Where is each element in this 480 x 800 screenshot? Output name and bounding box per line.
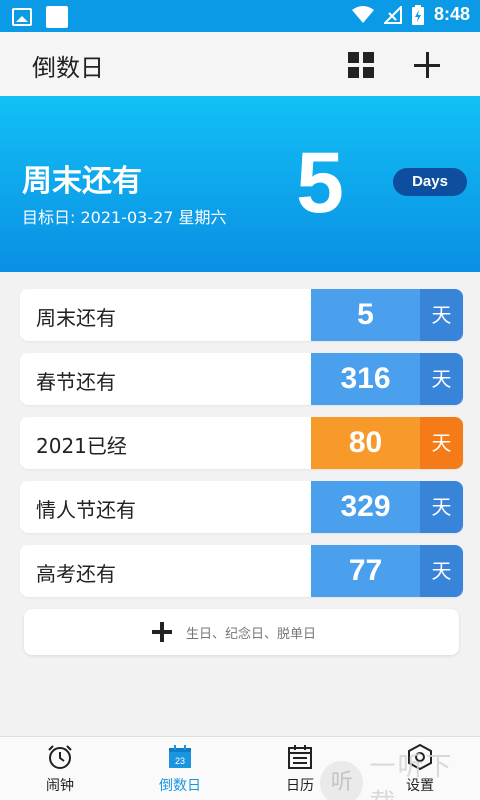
wifi-icon [351,5,374,23]
event-card-2021-elapsed[interactable]: 2021已经 80 天 [20,417,463,469]
page-title: 倒数日 [32,54,104,82]
watermark-text: 一听下载 [369,752,454,800]
event-card-spring-festival[interactable]: 春节还有 316 天 [20,353,463,405]
calendar-badge: 23 [175,756,185,766]
add-event-hint: 生日、纪念日、脱单日 [186,627,317,642]
event-unit: 天 [420,353,463,405]
event-unit: 天 [420,481,463,533]
add-event-button[interactable]: 生日、纪念日、脱单日 [24,609,459,655]
plus-icon [152,622,172,642]
nav-label: 倒数日 [159,778,201,794]
nav-label: 闹钟 [46,778,74,794]
app-bar: 倒数日 [0,32,480,96]
featured-target-date: 目标日: 2021-03-27 星期六 [22,208,227,227]
nav-item-alarm[interactable]: 闹钟 [15,737,105,800]
app-notification-icon [46,6,68,28]
event-card-weekend[interactable]: 周末还有 5 天 [20,289,463,341]
event-count: 329 [311,481,420,533]
event-label: 高考还有 [36,562,116,586]
event-label: 周末还有 [36,306,116,330]
image-notification-icon [12,8,32,26]
event-label: 春节还有 [36,370,116,394]
event-count: 80 [311,417,420,469]
watermark: 听 一听下载 [320,746,480,800]
event-unit: 天 [420,289,463,341]
status-bar: 8:48 [0,0,480,32]
event-unit: 天 [420,417,463,469]
event-count: 316 [311,353,420,405]
event-label: 情人节还有 [36,498,136,522]
grid-view-icon[interactable] [348,52,374,78]
watermark-logo: 听 [320,761,364,800]
event-count: 77 [311,545,420,597]
event-count: 5 [311,289,420,341]
event-card-gaokao[interactable]: 高考还有 77 天 [20,545,463,597]
alarm-clock-icon [48,745,72,769]
event-label: 2021已经 [36,434,127,458]
calendar-list-icon [288,745,312,769]
featured-count: 5 [296,135,344,231]
days-unit-badge[interactable]: Days [393,168,467,196]
event-card-valentines[interactable]: 情人节还有 329 天 [20,481,463,533]
signal-icon [383,5,402,24]
status-time: 8:48 [433,4,470,24]
nav-item-countdown[interactable]: 23 倒数日 [135,737,225,800]
featured-title: 周末还有 [22,164,142,199]
event-unit: 天 [420,545,463,597]
featured-countdown[interactable]: 周末还有 目标日: 2021-03-27 星期六 5 Days [0,96,480,272]
add-icon[interactable] [412,50,442,80]
battery-icon [411,4,424,25]
calendar-23-icon: 23 [169,745,191,768]
